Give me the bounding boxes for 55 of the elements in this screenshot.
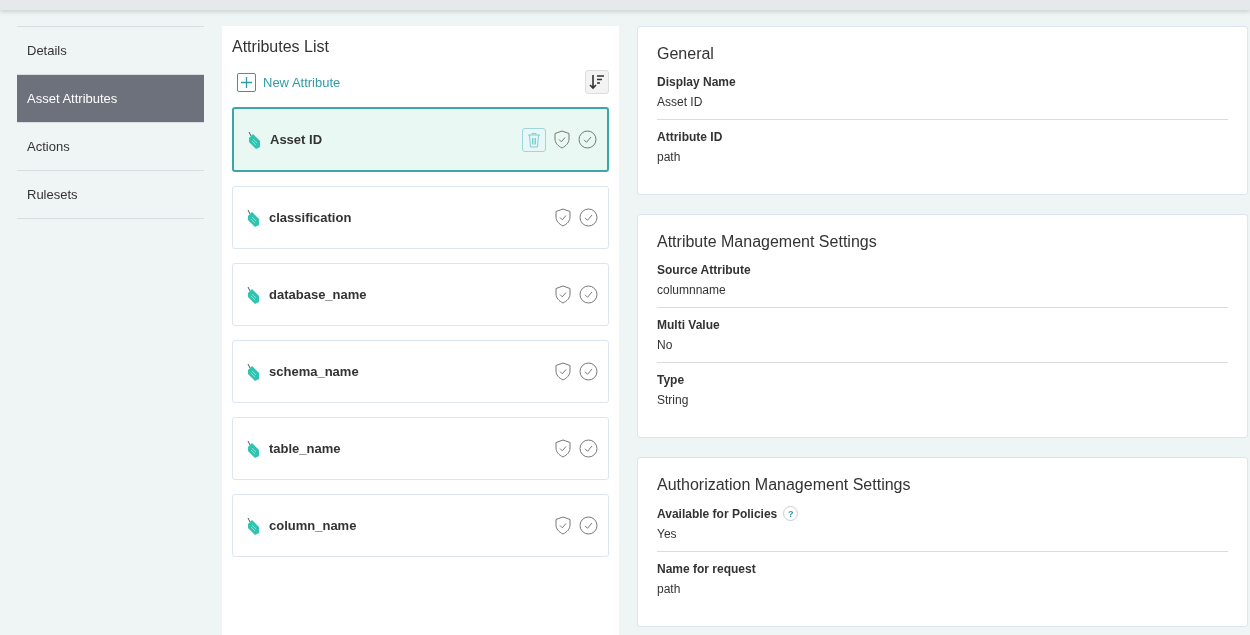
attribute-item[interactable]: database_name [232,263,609,326]
sort-button[interactable] [585,70,609,94]
field-label: Display Name [657,75,736,89]
sidebar-item[interactable]: Actions [17,123,204,171]
shield-check-icon[interactable] [555,439,571,458]
field-label: Source Attribute [657,263,751,277]
attribute-item[interactable]: schema_name [232,340,609,403]
field-value: Asset ID [657,95,704,109]
shield-check-icon[interactable] [554,130,570,149]
attribute-name: classification [269,210,353,225]
field-label: Attribute ID [657,130,723,144]
field-value: String [657,393,690,407]
attribute-name: table_name [269,441,342,456]
check-circle-icon[interactable] [579,362,598,381]
sidebar-item[interactable]: Rulesets [17,171,204,219]
field-label: Type [657,373,685,387]
shield-check-icon[interactable] [555,285,571,304]
card-title: General [657,45,715,63]
panel-title: Attributes List [232,38,330,56]
check-circle-icon[interactable] [578,130,597,149]
attribute-item[interactable]: table_name [232,417,609,480]
tag-icon [245,361,261,382]
attribute-name: Asset ID [270,132,324,147]
check-circle-icon[interactable] [579,285,598,304]
attribute-name: column_name [269,518,358,533]
field-label: Available for Policies [657,506,778,521]
field-value: columnname [657,283,727,297]
shield-check-icon[interactable] [555,516,571,535]
check-circle-icon[interactable] [579,516,598,535]
plus-icon [237,72,256,92]
attribute-item[interactable]: column_name [232,494,609,557]
field-value: No [657,338,674,352]
shield-check-icon[interactable] [555,208,571,227]
check-circle-icon[interactable] [579,439,598,458]
tag-icon [245,284,261,305]
sidebar-item[interactable]: Asset Attributes [17,75,204,123]
card-title: Attribute Management Settings [657,233,878,251]
field-label: Multi Value [657,318,720,332]
shield-check-icon[interactable] [555,362,571,381]
attribute-name: database_name [269,287,368,302]
field-value: path [657,582,682,596]
attribute-item[interactable]: classification [232,186,609,249]
sort-icon [589,74,605,90]
card-title: Authorization Management Settings [657,476,912,494]
tag-icon [245,438,261,459]
tag-icon [245,207,261,228]
field-label: Name for request [657,562,756,576]
attribute-name: schema_name [269,364,360,379]
check-circle-icon[interactable] [579,208,598,227]
field-value: path [657,150,682,164]
trash-icon [527,131,541,148]
field-value: Yes [657,527,678,541]
attribute-item[interactable]: Asset ID [232,107,609,172]
tag-icon [245,515,261,536]
tag-icon [246,129,262,150]
